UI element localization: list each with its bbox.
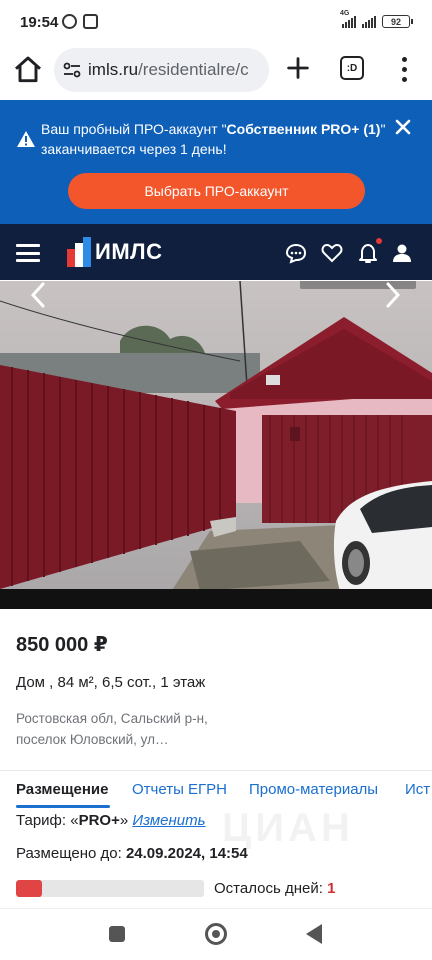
- site-header: ИМЛС: [0, 224, 432, 280]
- tune-icon[interactable]: [62, 60, 82, 80]
- chat-icon[interactable]: [285, 242, 307, 264]
- days-remaining-label: Осталось дней:: [214, 880, 328, 897]
- browser-toolbar: imls.ru/residentialre/c :D: [0, 46, 432, 100]
- change-tariff-link[interactable]: Изменить: [132, 812, 205, 829]
- more-vert-icon[interactable]: [394, 54, 414, 84]
- home-nav-icon[interactable]: [205, 923, 227, 945]
- status-icons-left: [62, 14, 98, 29]
- battery-icon: 92: [382, 15, 413, 28]
- tab-count: :D: [346, 62, 358, 74]
- heart-icon[interactable]: [321, 242, 343, 264]
- alarm-icon: [62, 14, 77, 29]
- nfc-icon: [83, 14, 98, 29]
- tab-switcher-button[interactable]: :D: [340, 56, 364, 80]
- listing-tabs: Размещение Отчеты ЕГРН Промо-материалы И…: [0, 770, 432, 808]
- active-tab-indicator: [16, 805, 110, 808]
- chevron-right-icon[interactable]: [383, 281, 403, 309]
- promo-banner: Ваш пробный ПРО-аккаунт "Собственник PRO…: [0, 100, 432, 224]
- house-photo-illustration: [0, 281, 432, 609]
- listing-address: Ростовская обл, Сальский р-н, поселок Юл…: [16, 711, 208, 747]
- tariff-label: Тариф: «: [16, 812, 79, 829]
- plus-icon[interactable]: [284, 54, 312, 82]
- system-nav-bar: [0, 908, 432, 960]
- listing-price: 850 000 ₽: [16, 634, 108, 656]
- battery-level: 92: [390, 16, 401, 27]
- logo-text: ИМЛС: [95, 239, 163, 264]
- placement-label: Размещено до:: [16, 845, 126, 862]
- url-host: imls.ru: [88, 60, 139, 79]
- listing-description: Дом , 84 м², 6,5 сот., 1 этаж: [16, 674, 206, 691]
- bell-icon[interactable]: [357, 242, 379, 264]
- address-bar[interactable]: imls.ru/residentialre/c: [54, 48, 269, 92]
- days-remaining-progress: [16, 880, 204, 897]
- tab-history[interactable]: Ист: [405, 781, 430, 798]
- tab-promo-materials[interactable]: Промо-материалы: [249, 781, 378, 798]
- promo-plan-name: Собственник PRO+ (1): [226, 121, 381, 137]
- warning-icon: [17, 131, 35, 147]
- placement-date: 24.09.2024, 14:54: [125, 845, 248, 862]
- tariff-close: »: [119, 812, 133, 829]
- tab-placement[interactable]: Размещение: [16, 781, 108, 798]
- listing-photo[interactable]: [0, 281, 432, 609]
- days-remaining: Осталось дней: 1: [214, 880, 335, 897]
- status-icons-right: 4G 92: [340, 10, 413, 28]
- progress-fill: [16, 880, 43, 897]
- tab-egrn-reports[interactable]: Отчеты ЕГРН: [132, 781, 227, 798]
- status-bar: 19:54 4G 92: [0, 0, 432, 46]
- back-icon[interactable]: [306, 924, 322, 944]
- url-text[interactable]: imls.ru/residentialre/c: [88, 60, 264, 80]
- url-path: /residentialre/c: [138, 60, 249, 79]
- signal-2-icon: [362, 15, 376, 28]
- home-icon[interactable]: [12, 54, 44, 86]
- signal-icon: 4G: [340, 10, 356, 28]
- promo-text-before: Ваш пробный ПРО-аккаунт ": [41, 121, 227, 137]
- days-remaining-count: 1: [327, 880, 336, 897]
- placement-row: Размещено до: 24.09.2024, 14:54: [16, 845, 248, 862]
- recents-icon[interactable]: [109, 926, 125, 942]
- close-icon[interactable]: [394, 118, 412, 136]
- user-icon[interactable]: [391, 242, 413, 264]
- choose-pro-account-button[interactable]: Выбрать ПРО-аккаунт: [68, 173, 365, 209]
- chevron-left-icon[interactable]: [28, 281, 48, 309]
- tariff-value: PRO+: [78, 812, 120, 829]
- promo-message: Ваш пробный ПРО-аккаунт "Собственник PRO…: [41, 119, 391, 159]
- hamburger-menu-icon[interactable]: [16, 244, 40, 262]
- logo-mark-icon: [67, 237, 91, 267]
- photo-bottom-bar: [0, 589, 432, 609]
- status-time: 19:54: [20, 14, 59, 31]
- site-logo[interactable]: ИМЛС: [67, 237, 162, 267]
- notification-dot: [376, 238, 382, 244]
- tariff-row: Тариф: «PRO+» Изменить: [16, 812, 206, 829]
